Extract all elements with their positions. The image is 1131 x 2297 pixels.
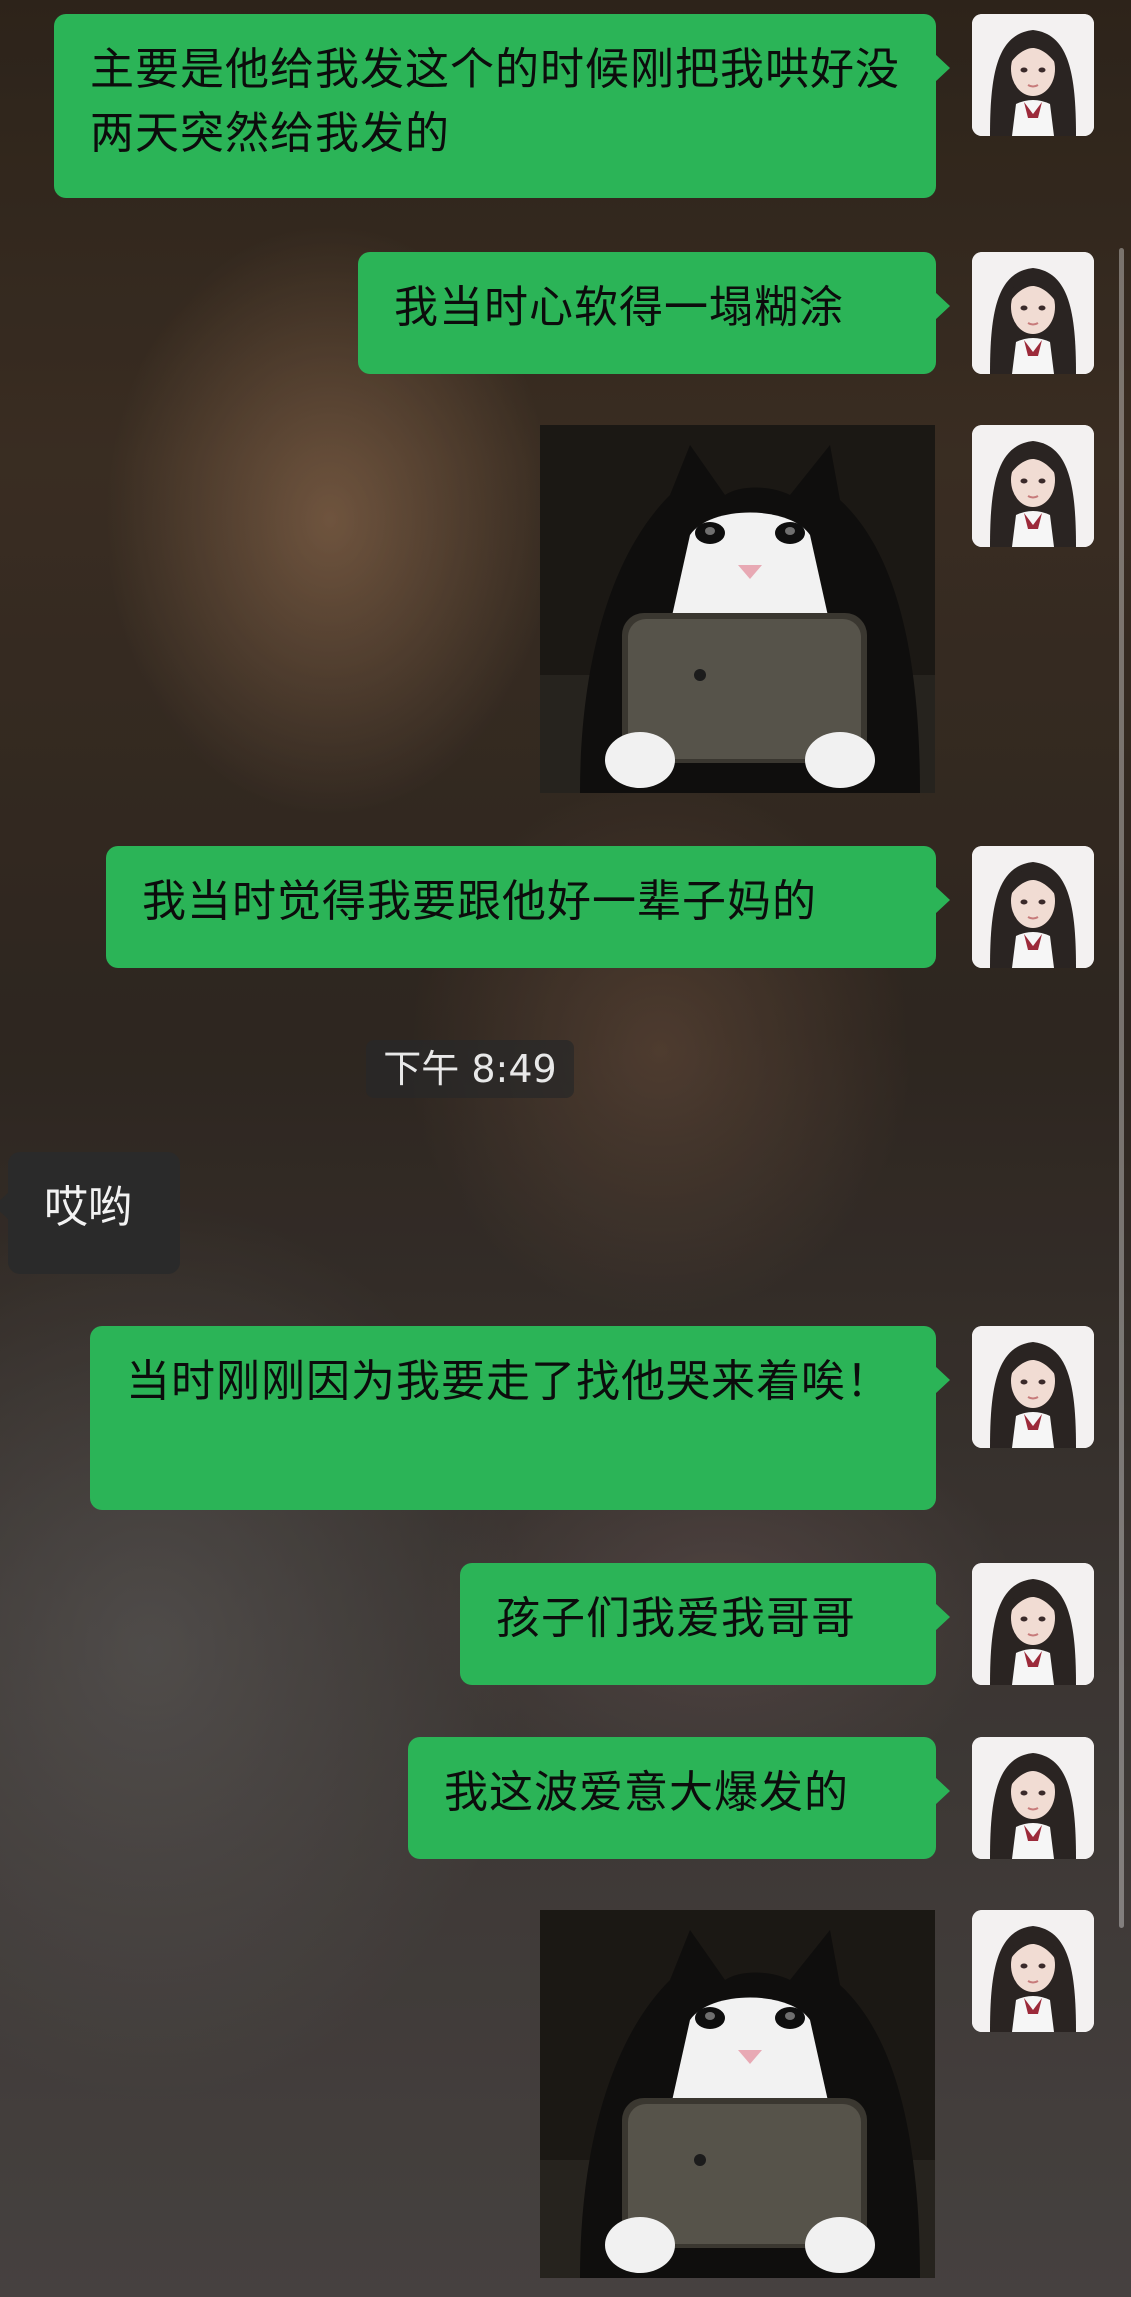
scrollbar[interactable] <box>1119 248 1124 1928</box>
outgoing-message-bubble[interactable]: 孩子们我爱我哥哥 <box>460 1563 950 1685</box>
user-avatar[interactable] <box>972 846 1094 968</box>
message-text: 主要是他给我发这个的时候刚把我哄好没两天突然给我发的 <box>90 44 900 159</box>
user-avatar[interactable] <box>972 1563 1094 1685</box>
crying-cat-sticker[interactable] <box>540 1910 935 2278</box>
user-avatar[interactable] <box>972 1737 1094 1859</box>
girl-portrait-avatar-icon <box>972 425 1094 547</box>
girl-portrait-avatar-icon <box>972 1737 1094 1859</box>
girl-portrait-avatar-icon <box>972 1563 1094 1685</box>
outgoing-message-bubble[interactable]: 我当时觉得我要跟他好一辈子妈的 <box>106 846 950 968</box>
user-avatar[interactable] <box>972 1910 1094 2032</box>
girl-portrait-avatar-icon <box>972 1326 1094 1448</box>
crying-cat-sticker[interactable] <box>540 425 935 793</box>
user-avatar[interactable] <box>972 425 1094 547</box>
incoming-message-bubble[interactable]: 哎哟 <box>0 1152 180 1274</box>
user-avatar[interactable] <box>972 14 1094 136</box>
outgoing-message-bubble[interactable]: 主要是他给我发这个的时候刚把我哄好没两天突然给我发的 <box>54 14 950 198</box>
message-text: 我当时觉得我要跟他好一辈子妈的 <box>142 876 817 927</box>
girl-portrait-avatar-icon <box>972 14 1094 136</box>
message-text: 哎哟 <box>44 1182 132 1233</box>
girl-portrait-avatar-icon <box>972 1910 1094 2032</box>
user-avatar[interactable] <box>972 252 1094 374</box>
message-text: 当时刚刚因为我要走了找他哭来着唉！ <box>126 1356 891 1407</box>
outgoing-message-bubble[interactable]: 我这波爱意大爆发的 <box>408 1737 950 1859</box>
outgoing-message-bubble[interactable]: 当时刚刚因为我要走了找他哭来着唉！ <box>90 1326 950 1510</box>
girl-portrait-avatar-icon <box>972 846 1094 968</box>
crying-cat-holding-phone-icon <box>540 425 935 793</box>
user-avatar[interactable] <box>972 1326 1094 1448</box>
message-text: 我当时心软得一塌糊涂 <box>394 282 844 333</box>
message-text: 孩子们我爱我哥哥 <box>496 1593 856 1644</box>
crying-cat-holding-phone-icon <box>540 1910 935 2278</box>
girl-portrait-avatar-icon <box>972 252 1094 374</box>
message-text: 我这波爱意大爆发的 <box>444 1767 849 1818</box>
message-timestamp: 下午 8:49 <box>366 1040 574 1098</box>
outgoing-message-bubble[interactable]: 我当时心软得一塌糊涂 <box>358 252 950 374</box>
